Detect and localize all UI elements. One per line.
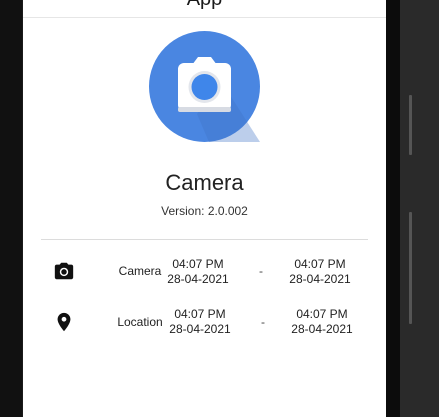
start-time: 04:07 PM bbox=[172, 257, 224, 271]
device-bezel-edge bbox=[386, 0, 400, 417]
start-date: 28-04-2021 bbox=[169, 322, 231, 336]
permission-row-location: Location 04:07 PM 28-04-2021 - 04:07 PM … bbox=[23, 303, 386, 343]
app-name: Camera bbox=[165, 170, 244, 195]
camera-icon bbox=[53, 260, 75, 282]
permission-start: 04:07 PM 28-04-2021 bbox=[145, 307, 255, 337]
divider bbox=[41, 239, 368, 240]
volume-button bbox=[409, 95, 412, 155]
start-date: 28-04-2021 bbox=[167, 272, 229, 286]
permission-end: 04:07 PM 28-04-2021 bbox=[267, 307, 377, 337]
device-bezel-right bbox=[386, 0, 439, 417]
power-button bbox=[409, 212, 412, 324]
end-time: 04:07 PM bbox=[294, 257, 346, 271]
permission-end: 04:07 PM 28-04-2021 bbox=[265, 257, 375, 287]
end-date: 28-04-2021 bbox=[291, 322, 353, 336]
start-time: 04:07 PM bbox=[174, 307, 226, 321]
app-version: Version: 2.0.002 bbox=[161, 204, 248, 218]
camera-app-logo bbox=[149, 31, 260, 142]
device-bezel-left bbox=[0, 0, 22, 417]
app-info-screen: App Camera Version: 2.0.002 Camera 04:07… bbox=[23, 0, 386, 417]
location-pin-icon bbox=[53, 311, 75, 333]
permission-row-camera: Camera 04:07 PM 28-04-2021 - 04:07 PM 28… bbox=[23, 252, 386, 292]
app-bar-title: App bbox=[23, 0, 386, 11]
end-time: 04:07 PM bbox=[296, 307, 348, 321]
end-date: 28-04-2021 bbox=[289, 272, 351, 286]
camera-logo-icon bbox=[178, 57, 260, 142]
app-bar: App bbox=[23, 0, 386, 18]
permission-start: 04:07 PM 28-04-2021 bbox=[143, 257, 253, 287]
